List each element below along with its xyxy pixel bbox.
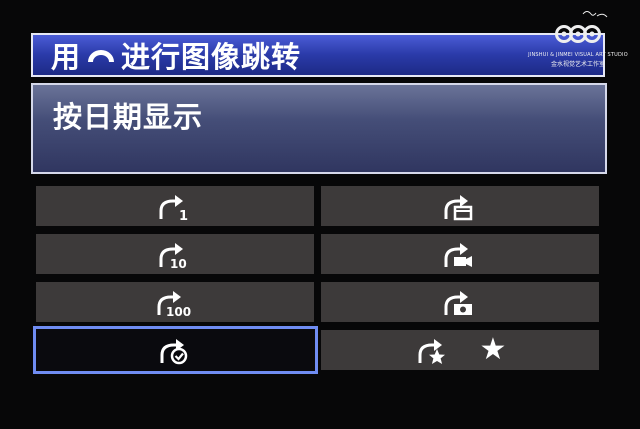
jump-stills-icon — [444, 291, 472, 315]
title-text-after: 进行图像跳转 — [121, 40, 302, 74]
rating-star-icon: ★ — [479, 332, 507, 367]
studio-watermark: JINSHUI & JINMEI VISUAL ART STUDIO 金水视觉艺… — [528, 8, 628, 70]
option-stills[interactable] — [321, 282, 599, 322]
title-text-before: 用 — [51, 40, 82, 74]
jump-10-images-icon: 10 — [159, 243, 187, 269]
main-dial-icon — [88, 50, 115, 62]
jump-rating-icon — [418, 339, 445, 364]
watermark-line-2: 金水视觉艺术工作室 — [550, 61, 605, 68]
option-10-number: 10 — [170, 257, 187, 269]
watermark-line-1: JINSHUI & JINMEI VISUAL ART STUDIO — [528, 52, 628, 58]
jump-date-icon — [444, 195, 473, 221]
studio-logo — [555, 11, 608, 43]
option-protected[interactable] — [33, 326, 318, 374]
option-movies[interactable] — [321, 234, 599, 274]
option-100-number: 100 — [166, 305, 191, 317]
current-setting-label: 按日期显示 — [53, 100, 204, 134]
option-100-images[interactable]: 100 — [36, 282, 314, 322]
current-setting-box: 按日期显示 — [31, 83, 607, 174]
jump-protected-icon — [160, 339, 187, 365]
option-10-images[interactable]: 10 — [36, 234, 314, 274]
jump-100-images-icon: 100 — [157, 291, 191, 317]
option-1-number: 1 — [179, 209, 188, 221]
menu-title-bar: 用 进行图像跳转 — [31, 33, 605, 77]
page-title: 用 进行图像跳转 — [51, 34, 301, 76]
jump-movies-icon — [444, 243, 472, 267]
option-date[interactable] — [321, 186, 599, 226]
jump-1-image-icon: 1 — [159, 195, 188, 221]
option-rating[interactable]: ★ — [321, 330, 599, 370]
option-1-image[interactable]: 1 — [36, 186, 314, 226]
